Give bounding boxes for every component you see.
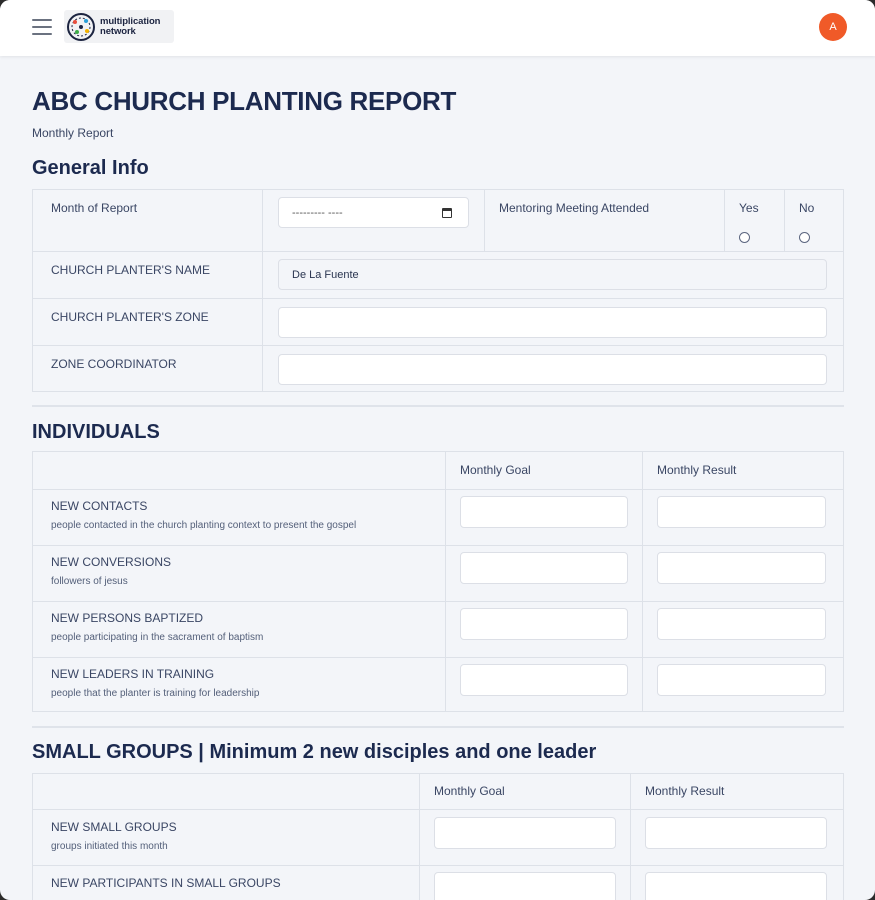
user-avatar[interactable]: A	[819, 13, 847, 41]
individuals-table: Monthly Goal Monthly Result NEW CONTACTS…	[32, 451, 844, 712]
zone-coordinator-label: ZONE COORDINATOR	[51, 357, 177, 371]
logo[interactable]: multiplication network	[64, 10, 174, 43]
table-row: NEW CONTACTS people contacted in the chu…	[33, 489, 843, 545]
individuals-header-row: Monthly Goal Monthly Result	[33, 452, 843, 489]
section-title-individuals: INDIVIDUALS	[32, 421, 160, 443]
new-small-groups-goal-input[interactable]	[434, 817, 616, 849]
zone-coordinator-input[interactable]	[278, 354, 827, 385]
row-label: NEW PERSONS BAPTIZED	[51, 611, 204, 625]
row-label: NEW CONTACTS	[51, 499, 148, 513]
row-description: people participating in the sacrament of…	[51, 632, 264, 643]
row-description: people that the planter is training for …	[51, 688, 260, 699]
row-description: followers of jesus	[51, 576, 128, 587]
menu-icon[interactable]	[32, 19, 52, 35]
small-groups-header-row: Monthly Goal Monthly Result	[33, 774, 843, 809]
logo-line1: multiplication	[100, 15, 161, 27]
row-description: groups initiated this month	[51, 841, 168, 852]
new-baptized-goal-input[interactable]	[460, 608, 628, 640]
table-row: NEW PARTICIPANTS IN SMALL GROUPS	[33, 865, 843, 900]
row-description: people contacted in the church planting …	[51, 520, 357, 531]
planter-name-row: CHURCH PLANTER'S NAME De La Fuente	[33, 251, 843, 298]
calendar-icon[interactable]	[442, 208, 452, 218]
app-window: multiplication network A ABC CHURCH PLAN…	[0, 0, 875, 900]
planter-zone-label: CHURCH PLANTER'S ZONE	[51, 310, 209, 324]
new-participants-goal-input[interactable]	[434, 872, 616, 900]
section-title-small-groups: SMALL GROUPS | Minimum 2 new disciples a…	[32, 741, 597, 763]
planter-name-value: De La Fuente	[292, 268, 359, 281]
table-row: NEW PERSONS BAPTIZED people participatin…	[33, 601, 843, 657]
table-row: NEW CONVERSIONS followers of jesus	[33, 545, 843, 601]
logo-globe-icon	[67, 12, 95, 41]
avatar-initial: A	[829, 21, 837, 33]
no-label: No	[799, 201, 815, 215]
yes-label: Yes	[739, 201, 759, 215]
month-row: Month of Report --------- ---- Mentoring…	[33, 190, 843, 251]
new-small-groups-result-input[interactable]	[645, 817, 827, 849]
new-conversions-result-input[interactable]	[657, 552, 826, 584]
row-label: NEW LEADERS IN TRAINING	[51, 667, 215, 681]
new-contacts-goal-input[interactable]	[460, 496, 628, 528]
logo-text: multiplication network	[100, 15, 161, 37]
new-participants-result-input[interactable]	[645, 872, 827, 900]
month-label: Month of Report	[51, 201, 138, 215]
row-label: NEW PARTICIPANTS IN SMALL GROUPS	[51, 876, 281, 890]
individuals-col-result: Monthly Result	[657, 463, 737, 477]
new-leaders-goal-input[interactable]	[460, 664, 628, 696]
planter-zone-input[interactable]	[278, 307, 827, 338]
section-divider	[32, 726, 844, 728]
top-bar: multiplication network A	[0, 0, 875, 56]
planter-zone-row: CHURCH PLANTER'S ZONE	[33, 298, 843, 345]
zone-coordinator-row: ZONE COORDINATOR	[33, 345, 843, 391]
new-contacts-result-input[interactable]	[657, 496, 826, 528]
month-placeholder: --------- ----	[292, 206, 343, 219]
planter-name-label: CHURCH PLANTER'S NAME	[51, 263, 210, 277]
page-subtitle: Monthly Report	[32, 126, 114, 140]
logo-line2: network	[100, 25, 136, 37]
table-row: NEW SMALL GROUPS groups initiated this m…	[33, 809, 843, 865]
mentoring-yes-radio[interactable]	[739, 232, 750, 243]
small-groups-col-goal: Monthly Goal	[434, 784, 505, 798]
individuals-col-goal: Monthly Goal	[460, 463, 531, 477]
general-info-table: Month of Report --------- ---- Mentoring…	[32, 189, 844, 392]
small-groups-table: Monthly Goal Monthly Result NEW SMALL GR…	[32, 773, 844, 900]
section-divider	[32, 405, 844, 407]
new-baptized-result-input[interactable]	[657, 608, 826, 640]
mentoring-no-radio[interactable]	[799, 232, 810, 243]
new-leaders-result-input[interactable]	[657, 664, 826, 696]
page-title: ABC CHURCH PLANTING REPORT	[32, 86, 457, 116]
table-row: NEW LEADERS IN TRAINING people that the …	[33, 657, 843, 711]
row-label: NEW CONVERSIONS	[51, 555, 172, 569]
row-label: NEW SMALL GROUPS	[51, 820, 177, 834]
mentoring-label: Mentoring Meeting Attended	[499, 201, 650, 215]
month-date-input[interactable]: --------- ----	[278, 197, 469, 228]
planter-name-input[interactable]: De La Fuente	[278, 259, 827, 290]
new-conversions-goal-input[interactable]	[460, 552, 628, 584]
small-groups-col-result: Monthly Result	[645, 784, 725, 798]
section-title-general-info: General Info	[32, 157, 149, 179]
